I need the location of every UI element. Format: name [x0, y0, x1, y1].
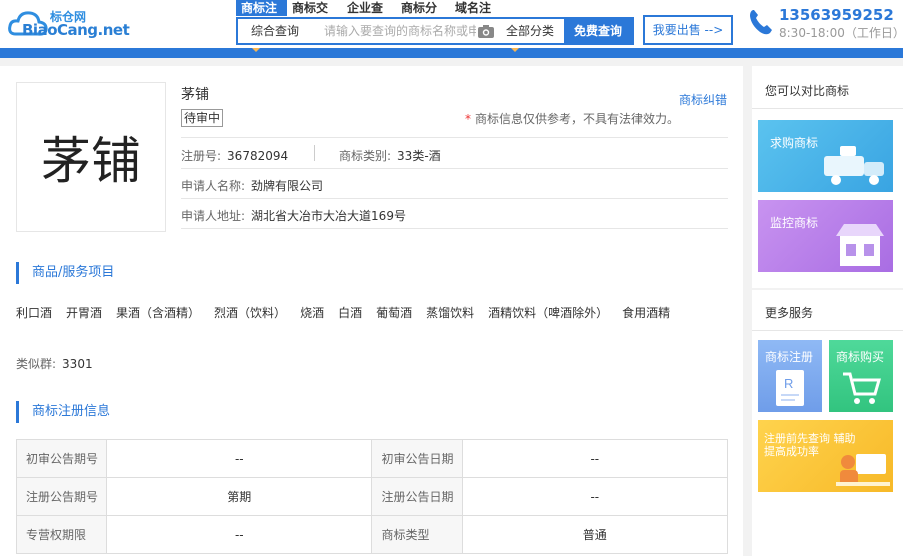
- reg-no-value: 36782094: [227, 149, 289, 163]
- hotline-number: 13563959252: [779, 6, 894, 24]
- nav-trademark-register[interactable]: 商标注: [236, 0, 287, 16]
- table-row: 初审公告期号 -- 初审公告日期 --: [15, 439, 729, 478]
- pre-search-banner[interactable]: 注册前先查询 辅助提高成功率: [758, 420, 893, 492]
- trademark-detail-panel: 茅铺 茅铺 待审中 商标纠错 * 商标信息仅供参考，不具有法律效力。 注册号: 36…: [0, 66, 743, 556]
- list-item: 开胃酒: [66, 306, 103, 320]
- cart-icon: [843, 372, 881, 404]
- divider: [181, 137, 728, 138]
- truck-icon: [824, 146, 884, 185]
- table-cell-value: --: [106, 515, 373, 554]
- nav-company-search[interactable]: 企业查: [342, 0, 396, 16]
- purchase-banner-label: 商标购买: [836, 350, 885, 364]
- logo-en-text: BiaoCang.net: [22, 21, 130, 39]
- table-cell-label: 注册公告日期: [371, 477, 463, 516]
- shop-icon: [836, 224, 884, 266]
- phone-icon: [750, 10, 772, 35]
- divider: [752, 108, 903, 109]
- list-item: 烈酒（饮料）: [214, 306, 287, 320]
- list-item: 葡萄酒: [376, 306, 413, 320]
- table-cell-label: 注册公告期号: [15, 477, 108, 516]
- goods-section-title: 商品/服务项目: [16, 262, 114, 284]
- divider: [181, 228, 728, 229]
- site-logo[interactable]: 标仓网 BiaoCang.net: [8, 4, 130, 40]
- table-cell-value: --: [461, 439, 729, 478]
- buy-trademark-banner[interactable]: 求购商标: [758, 120, 893, 192]
- similar-group-value: 3301: [62, 357, 93, 371]
- monitor-banner-label: 监控商标: [770, 216, 819, 230]
- applicant-row: 申请人名称: 劲牌有限公司: [181, 177, 323, 194]
- sell-button[interactable]: 我要出售 -->: [643, 15, 733, 45]
- nav-trademark-trade[interactable]: 商标交: [287, 0, 342, 16]
- disclaimer-text: 商标信息仅供参考，不具有法律效力。: [475, 112, 680, 126]
- class-row: 商标类别: 33类-酒: [339, 147, 441, 164]
- list-item: 利口酒: [16, 306, 53, 320]
- table-cell-label: 专营权期限: [15, 515, 108, 554]
- table-cell-value: 普通: [461, 515, 729, 554]
- camera-icon[interactable]: [476, 19, 496, 43]
- trademark-dispute-link[interactable]: 商标纠错: [679, 91, 727, 108]
- monitor-trademark-banner[interactable]: 监控商标: [758, 200, 893, 272]
- trademark-image: 茅铺: [16, 82, 166, 232]
- header-accent-bar: [0, 48, 903, 58]
- table-cell-label: 初审公告日期: [371, 439, 463, 478]
- similar-group: 类似群: 3301: [16, 355, 93, 372]
- search-bar: 综合查询 全部分类 免费查询: [236, 17, 634, 45]
- divider: [181, 168, 728, 169]
- table-cell-value: --: [461, 477, 729, 516]
- divider: [752, 330, 903, 331]
- trademark-name: 茅铺: [181, 87, 209, 103]
- list-item: 果酒（含酒精）: [116, 306, 201, 320]
- nav-domain-register[interactable]: 域名注: [450, 0, 506, 16]
- nav-trademark-class[interactable]: 商标分: [396, 0, 450, 16]
- list-item: 食用酒精: [622, 306, 671, 320]
- class-label: 商标类别:: [339, 149, 392, 163]
- search-type-select[interactable]: 综合查询: [238, 19, 320, 43]
- table-cell-label: 初审公告期号: [15, 439, 108, 478]
- reg-no-label: 注册号:: [181, 149, 222, 163]
- list-item: 蒸馏饮料: [426, 306, 475, 320]
- applicant-value: 劲牌有限公司: [251, 179, 324, 193]
- search-input[interactable]: [320, 19, 476, 43]
- more-services-title: 更多服务: [765, 306, 814, 320]
- list-item: 白酒: [338, 306, 363, 320]
- status-badge: 待审中: [181, 109, 224, 127]
- reg-no-row: 注册号: 36782094: [181, 147, 288, 164]
- list-item: 酒精饮料（啤酒除外）: [488, 306, 609, 320]
- table-row: 专营权期限 -- 商标类型 普通: [15, 515, 729, 554]
- class-value: 33类-酒: [397, 149, 441, 163]
- compare-title: 您可以对比商标: [765, 84, 850, 98]
- site-header: 标仓网 BiaoCang.net 商标注 商标交 企业查 商标分 域名注 易 综…: [0, 0, 903, 48]
- address-value: 湖北省大冶市大冶大道169号: [251, 209, 406, 223]
- buy-banner-label: 求购商标: [770, 136, 819, 150]
- document-r-icon: R: [776, 370, 804, 406]
- similar-group-label: 类似群:: [16, 357, 57, 371]
- purchase-trademark-banner[interactable]: 商标购买: [829, 340, 893, 412]
- table-cell-value: 第期: [106, 477, 373, 516]
- list-item: 烧酒: [300, 306, 325, 320]
- table-row: 注册公告期号 第期 注册公告日期 --: [15, 477, 729, 516]
- address-label: 申请人地址:: [181, 209, 246, 223]
- free-search-button[interactable]: 免费查询: [564, 17, 632, 45]
- required-star: *: [465, 112, 471, 126]
- applicant-label: 申请人名称:: [181, 179, 246, 193]
- service-hours: 8:30-18:00（工作日）: [779, 26, 903, 40]
- nav-indicator-icon: [252, 48, 260, 52]
- reg-section-title: 商标注册信息: [16, 401, 110, 423]
- top-nav: 商标注 商标交 企业查 商标分 域名注: [236, 0, 506, 16]
- table-cell-label: 商标类型: [371, 515, 463, 554]
- category-select[interactable]: 全部分类: [496, 19, 564, 43]
- registration-table: 初审公告期号 -- 初审公告日期 -- 注册公告期号 第期 注册公告日期 -- …: [15, 439, 729, 554]
- desk-worker-icon: [836, 454, 890, 486]
- goods-list: 利口酒 开胃酒 果酒（含酒精） 烈酒（饮料） 烧酒 白酒 葡萄酒 蒸馏饮料 酒精…: [16, 304, 684, 321]
- address-row: 申请人地址: 湖北省大冶市大冶大道169号: [181, 207, 406, 224]
- nav-indicator-icon: [511, 48, 519, 52]
- divider: [181, 198, 728, 199]
- divider: [314, 145, 315, 161]
- register-trademark-banner[interactable]: 商标注册 R: [758, 340, 822, 412]
- register-banner-label: 商标注册: [765, 350, 814, 364]
- disclaimer: * 商标信息仅供参考，不具有法律效力。: [465, 110, 679, 127]
- svg-text:R: R: [784, 376, 793, 391]
- table-cell-value: --: [106, 439, 373, 478]
